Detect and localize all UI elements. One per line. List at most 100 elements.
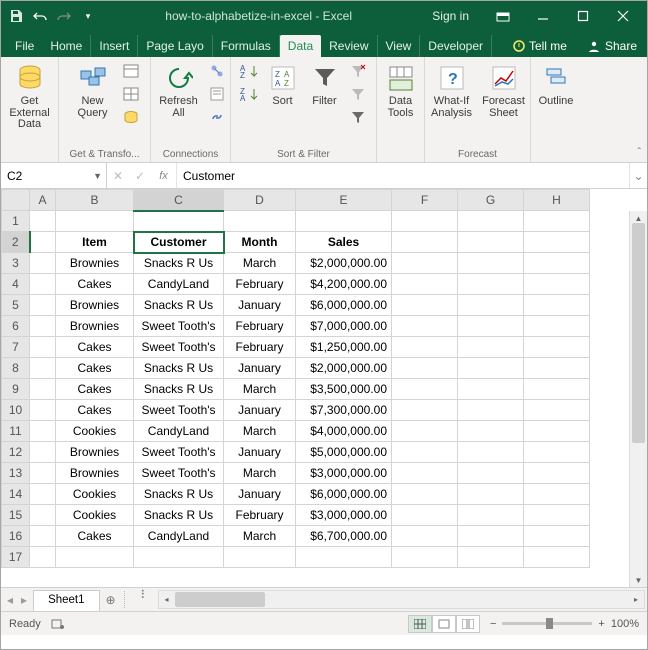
- expand-formula-bar-icon[interactable]: ⌄: [629, 163, 647, 188]
- row-header-4[interactable]: 4: [2, 274, 30, 295]
- get-external-data-button[interactable]: Get ExternalData: [5, 60, 55, 131]
- tab-review[interactable]: Review: [321, 35, 377, 57]
- sheet-tab-sheet1[interactable]: Sheet1: [33, 590, 99, 611]
- advanced-filter-button[interactable]: [347, 106, 369, 128]
- row-header-14[interactable]: 14: [2, 484, 30, 505]
- cell-H7[interactable]: [524, 337, 590, 358]
- undo-button[interactable]: [29, 5, 51, 27]
- cell-C4[interactable]: CandyLand: [134, 274, 224, 295]
- normal-view-button[interactable]: [408, 615, 432, 633]
- cell-C3[interactable]: Snacks R Us: [134, 253, 224, 274]
- cancel-formula-icon[interactable]: ✕: [107, 163, 129, 188]
- cell-E9[interactable]: $3,500,000.00: [296, 379, 392, 400]
- cell-A10[interactable]: [30, 400, 56, 421]
- row-header-15[interactable]: 15: [2, 505, 30, 526]
- row-header-5[interactable]: 5: [2, 295, 30, 316]
- qat-customize[interactable]: ▾: [77, 5, 99, 27]
- row-header-13[interactable]: 13: [2, 463, 30, 484]
- minimize-button[interactable]: [523, 1, 563, 31]
- cell-F15[interactable]: [392, 505, 458, 526]
- row-header-16[interactable]: 16: [2, 526, 30, 547]
- cell-H6[interactable]: [524, 316, 590, 337]
- forecast-sheet-button[interactable]: ForecastSheet: [479, 60, 529, 119]
- vertical-scrollbar[interactable]: ▲ ▼: [629, 211, 647, 587]
- cell-H12[interactable]: [524, 442, 590, 463]
- cell-D1[interactable]: [224, 211, 296, 232]
- cell-E15[interactable]: $3,000,000.00: [296, 505, 392, 526]
- data-tools-button[interactable]: DataTools: [380, 60, 422, 119]
- cell-D10[interactable]: January: [224, 400, 296, 421]
- save-button[interactable]: [5, 5, 27, 27]
- cell-D16[interactable]: March: [224, 526, 296, 547]
- cell-E6[interactable]: $7,000,000.00: [296, 316, 392, 337]
- cell-H11[interactable]: [524, 421, 590, 442]
- cell-C12[interactable]: Sweet Tooth's: [134, 442, 224, 463]
- cell-C17[interactable]: [134, 547, 224, 568]
- cell-F10[interactable]: [392, 400, 458, 421]
- cell-A5[interactable]: [30, 295, 56, 316]
- cell-F12[interactable]: [392, 442, 458, 463]
- row-header-12[interactable]: 12: [2, 442, 30, 463]
- cell-F2[interactable]: [392, 232, 458, 253]
- tab-page-layout[interactable]: Page Layo: [138, 35, 212, 57]
- cell-A11[interactable]: [30, 421, 56, 442]
- cell-G8[interactable]: [458, 358, 524, 379]
- horizontal-scrollbar[interactable]: ◂ ▸: [158, 590, 645, 609]
- enter-formula-icon[interactable]: ✓: [129, 163, 151, 188]
- scroll-right-icon[interactable]: ▸: [628, 595, 644, 604]
- cell-G7[interactable]: [458, 337, 524, 358]
- row-header-9[interactable]: 9: [2, 379, 30, 400]
- cell-A9[interactable]: [30, 379, 56, 400]
- tell-me-button[interactable]: Tell me: [503, 35, 577, 57]
- column-header-G[interactable]: G: [458, 190, 524, 211]
- sort-button[interactable]: ZAAZ Sort: [263, 60, 303, 108]
- cell-G2[interactable]: [458, 232, 524, 253]
- cell-E8[interactable]: $2,000,000.00: [296, 358, 392, 379]
- cell-D12[interactable]: January: [224, 442, 296, 463]
- cell-F1[interactable]: [392, 211, 458, 232]
- scroll-down-icon[interactable]: ▼: [630, 573, 647, 587]
- tab-insert[interactable]: Insert: [91, 35, 138, 57]
- tab-scroll-menu[interactable]: ⠇: [132, 588, 158, 611]
- cell-A14[interactable]: [30, 484, 56, 505]
- tab-view[interactable]: View: [378, 35, 421, 57]
- cell-E2[interactable]: Sales: [296, 232, 392, 253]
- cell-B6[interactable]: Brownies: [56, 316, 134, 337]
- column-header-F[interactable]: F: [392, 190, 458, 211]
- cell-F13[interactable]: [392, 463, 458, 484]
- column-header-H[interactable]: H: [524, 190, 590, 211]
- cell-G4[interactable]: [458, 274, 524, 295]
- cell-B5[interactable]: Brownies: [56, 295, 134, 316]
- cell-D13[interactable]: March: [224, 463, 296, 484]
- cell-E1[interactable]: [296, 211, 392, 232]
- cell-H3[interactable]: [524, 253, 590, 274]
- cell-D6[interactable]: February: [224, 316, 296, 337]
- cell-A8[interactable]: [30, 358, 56, 379]
- macro-record-icon[interactable]: [51, 618, 65, 630]
- cell-B16[interactable]: Cakes: [56, 526, 134, 547]
- cell-C6[interactable]: Sweet Tooth's: [134, 316, 224, 337]
- column-header-C[interactable]: C: [134, 190, 224, 211]
- ribbon-options-button[interactable]: [483, 1, 523, 31]
- what-if-analysis-button[interactable]: ? What-IfAnalysis: [427, 60, 477, 119]
- sort-desc-button[interactable]: ZA: [239, 83, 261, 105]
- formula-input[interactable]: [177, 163, 629, 188]
- cell-B17[interactable]: [56, 547, 134, 568]
- cell-H10[interactable]: [524, 400, 590, 421]
- add-sheet-button[interactable]: ⊕: [100, 588, 122, 611]
- edit-links-button[interactable]: [206, 106, 228, 128]
- cell-D3[interactable]: March: [224, 253, 296, 274]
- cell-C14[interactable]: Snacks R Us: [134, 484, 224, 505]
- cell-G14[interactable]: [458, 484, 524, 505]
- cell-A13[interactable]: [30, 463, 56, 484]
- cell-B14[interactable]: Cookies: [56, 484, 134, 505]
- cell-C11[interactable]: CandyLand: [134, 421, 224, 442]
- cell-D9[interactable]: March: [224, 379, 296, 400]
- new-query-button[interactable]: NewQuery: [68, 60, 118, 119]
- fx-button[interactable]: fx: [151, 163, 177, 188]
- cell-E12[interactable]: $5,000,000.00: [296, 442, 392, 463]
- cell-H17[interactable]: [524, 547, 590, 568]
- cell-B12[interactable]: Brownies: [56, 442, 134, 463]
- column-header-E[interactable]: E: [296, 190, 392, 211]
- cell-D11[interactable]: March: [224, 421, 296, 442]
